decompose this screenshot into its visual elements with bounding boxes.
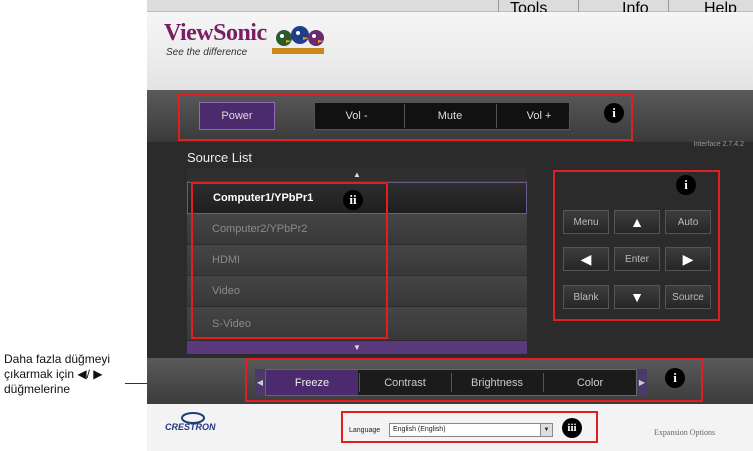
- screenshot: Daha fazla düğmeyi çıkarmak için ◀/ ▶ dü…: [0, 0, 753, 451]
- brand-logo: ViewSonic: [164, 20, 267, 46]
- annotation-badge-iii: iii: [562, 418, 582, 438]
- source-list-title: Source List: [187, 150, 253, 165]
- annotation-box-adjustments: [245, 358, 703, 402]
- menu-help[interactable]: Help: [704, 0, 737, 17]
- annotation-badge-i: i: [604, 103, 624, 123]
- source-scroll-down-icon[interactable]: ▼: [187, 341, 527, 354]
- crestron-logo: CRESTRON: [165, 422, 216, 432]
- interface-version: Interface 2.7.4.2: [693, 141, 744, 148]
- annotation-box-language: [341, 411, 598, 443]
- brand-tagline: See the difference: [166, 47, 248, 58]
- annotation-badge-i: i: [676, 175, 696, 195]
- source-scroll-up-icon[interactable]: ▲: [187, 168, 527, 181]
- menu-info[interactable]: Info: [622, 0, 649, 17]
- birds-logo-icon: [272, 26, 324, 54]
- annotation-badge-i: i: [665, 368, 685, 388]
- annotation-box-power-volume: [178, 93, 633, 141]
- caption-text: Daha fazla düğmeyi çıkarmak için ◀/ ▶ dü…: [4, 352, 111, 396]
- annotation-box-remote: [553, 170, 720, 321]
- menu-tools[interactable]: Tools: [510, 0, 547, 17]
- annotation-badge-ii: ii: [343, 190, 363, 210]
- expansion-options-link[interactable]: Expansion Options: [654, 428, 715, 437]
- menu-bar: [147, 0, 753, 12]
